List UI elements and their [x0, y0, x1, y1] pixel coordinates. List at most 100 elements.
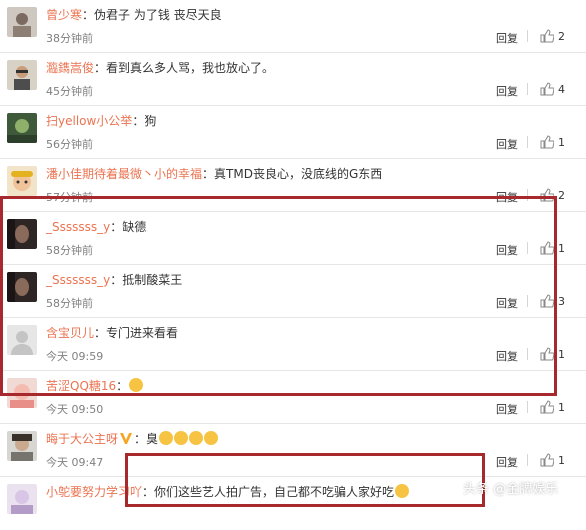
reply-button[interactable]: 回复 — [496, 401, 518, 417]
vip-v-badge-icon — [120, 433, 133, 444]
colon: ： — [202, 167, 215, 181]
like-count: 3 — [558, 295, 565, 308]
avatar[interactable] — [7, 325, 37, 355]
reply-button[interactable]: 回复 — [496, 454, 518, 470]
divider — [527, 136, 528, 148]
timestamp: 57分钟前 — [46, 191, 93, 204]
avatar[interactable] — [7, 272, 37, 302]
reply-button[interactable]: 回复 — [496, 189, 518, 205]
comment-text: 臭 — [146, 432, 159, 446]
reply-button[interactable]: 回复 — [496, 30, 518, 46]
like-count: 1 — [558, 242, 565, 255]
comment-item: _Sssssss_y：缺德 58分钟前 回复 1 — [0, 212, 586, 265]
timestamp: 今天 09:50 — [46, 403, 104, 416]
thumbs-up-icon[interactable] — [540, 29, 554, 43]
thumbs-up-icon[interactable] — [540, 135, 554, 149]
divider — [527, 295, 528, 307]
reply-button[interactable]: 回复 — [496, 295, 518, 311]
comment-item: _Sssssss_y：抵制酸菜王 58分钟前 回复 3 — [0, 265, 586, 318]
comment-line: _Sssssss_y：缺德 — [46, 218, 146, 235]
colon: ： — [94, 61, 107, 75]
comment-line: 小鸵要努力学习吖：你们这些艺人拍广告，自己都不吃骗人家好吃 — [46, 483, 410, 500]
like-count: 1 — [558, 401, 565, 414]
reply-button[interactable]: 回复 — [496, 348, 518, 364]
username-link[interactable]: 曾少寒 — [46, 8, 82, 22]
shocked-emoji-icon — [129, 378, 144, 392]
username-link[interactable]: 潘小佳期待着最微丶小的幸福 — [46, 167, 202, 181]
colon: ： — [134, 432, 147, 446]
divider — [527, 348, 528, 360]
comment-item: 含宝贝儿：专门进来看看 今天 09:59 回复 1 — [0, 318, 586, 371]
thumbs-up-icon[interactable] — [540, 294, 554, 308]
thumbs-up-icon[interactable] — [540, 400, 554, 414]
colon: ： — [110, 273, 123, 287]
divider — [527, 242, 528, 254]
thumbs-up-icon[interactable] — [540, 347, 554, 361]
comment-text: 狗 — [144, 114, 157, 128]
username-link[interactable]: 小鸵要努力学习吖 — [46, 485, 142, 499]
comment-text: 抵制酸菜王 — [122, 273, 183, 287]
comment-text: 你们这些艺人拍广告，自己都不吃骗人家好吃 — [154, 485, 395, 499]
comment-text: 缺德 — [122, 220, 147, 234]
crying-emoji-icon — [189, 431, 204, 445]
username-link[interactable]: _Sssssss_y — [46, 220, 110, 234]
avatar[interactable] — [7, 60, 37, 90]
crying-emoji-icon — [174, 431, 189, 445]
comment-item: 晦于大公主呀 ：臭 今天 09:47 回复 1 — [0, 424, 586, 477]
comment-text: 看到真么多人骂，我也放心了。 — [106, 61, 275, 75]
comment-item: 曾少寒：伪君子 为了钱 丧尽天良 38分钟前 回复 2 — [0, 0, 586, 53]
username-link[interactable]: 苦涩QQ糖16 — [46, 379, 116, 393]
laughing-crying-emoji-icon — [395, 484, 410, 498]
username-link[interactable]: 晦于大公主呀 — [46, 432, 118, 446]
like-count: 2 — [558, 189, 565, 202]
like-count: 1 — [558, 348, 565, 361]
avatar[interactable] — [7, 166, 37, 196]
comment-item: 瀶鐫嵩俊：看到真么多人骂，我也放心了。 45分钟前 回复 4 — [0, 53, 586, 106]
like-count: 4 — [558, 83, 565, 96]
comment-item: 潘小佳期待着最微丶小的幸福：真TMD丧良心，没底线的G东西 57分钟前 回复 2 — [0, 159, 586, 212]
timestamp: 56分钟前 — [46, 138, 93, 151]
reply-button[interactable]: 回复 — [496, 136, 518, 152]
thumbs-up-icon[interactable] — [540, 188, 554, 202]
reply-button[interactable]: 回复 — [496, 83, 518, 99]
username-link[interactable]: 瀶鐫嵩俊 — [46, 61, 94, 75]
timestamp: 今天 09:47 — [46, 456, 104, 469]
thumbs-up-icon[interactable] — [540, 82, 554, 96]
comment-line: 晦于大公主呀 ：臭 — [46, 430, 219, 447]
username-link[interactable]: 含宝贝儿 — [46, 326, 94, 340]
avatar[interactable] — [7, 378, 37, 408]
avatar[interactable] — [7, 7, 37, 37]
colon: ： — [116, 379, 129, 393]
reply-button[interactable]: 回复 — [496, 242, 518, 258]
divider — [527, 189, 528, 201]
timestamp: 58分钟前 — [46, 244, 93, 257]
comment-line: 潘小佳期待着最微丶小的幸福：真TMD丧良心，没底线的G东西 — [46, 165, 382, 182]
divider — [527, 401, 528, 413]
like-count: 2 — [558, 30, 565, 43]
avatar[interactable] — [7, 431, 37, 461]
colon: ： — [132, 114, 145, 128]
username-link[interactable]: _Sssssss_y — [46, 273, 110, 287]
like-count: 1 — [558, 454, 565, 467]
comment-text: 伪君子 为了钱 丧尽天良 — [94, 8, 222, 22]
comment-line: 含宝贝儿：专门进来看看 — [46, 324, 178, 341]
comment-line: 苦涩QQ糖16： — [46, 377, 144, 394]
thumbs-up-icon[interactable] — [540, 241, 554, 255]
avatar[interactable] — [7, 484, 37, 514]
colon: ： — [82, 8, 95, 22]
comment-line: 扫yellow小公举：狗 — [46, 112, 156, 129]
timestamp: 今天 09:59 — [46, 350, 104, 363]
avatar[interactable] — [7, 219, 37, 249]
comment-text: 专门进来看看 — [106, 326, 179, 340]
timestamp: 58分钟前 — [46, 297, 93, 310]
colon: ： — [110, 220, 123, 234]
username-link[interactable]: 扫yellow小公举 — [46, 114, 132, 128]
divider — [527, 30, 528, 42]
timestamp: 38分钟前 — [46, 32, 93, 45]
crying-emoji-icon — [204, 431, 219, 445]
colon: ： — [142, 485, 155, 499]
avatar[interactable] — [7, 113, 37, 143]
watermark: 头条 @金牌娱乐 — [463, 482, 559, 497]
thumbs-up-icon[interactable] — [540, 453, 554, 467]
colon: ： — [94, 326, 107, 340]
